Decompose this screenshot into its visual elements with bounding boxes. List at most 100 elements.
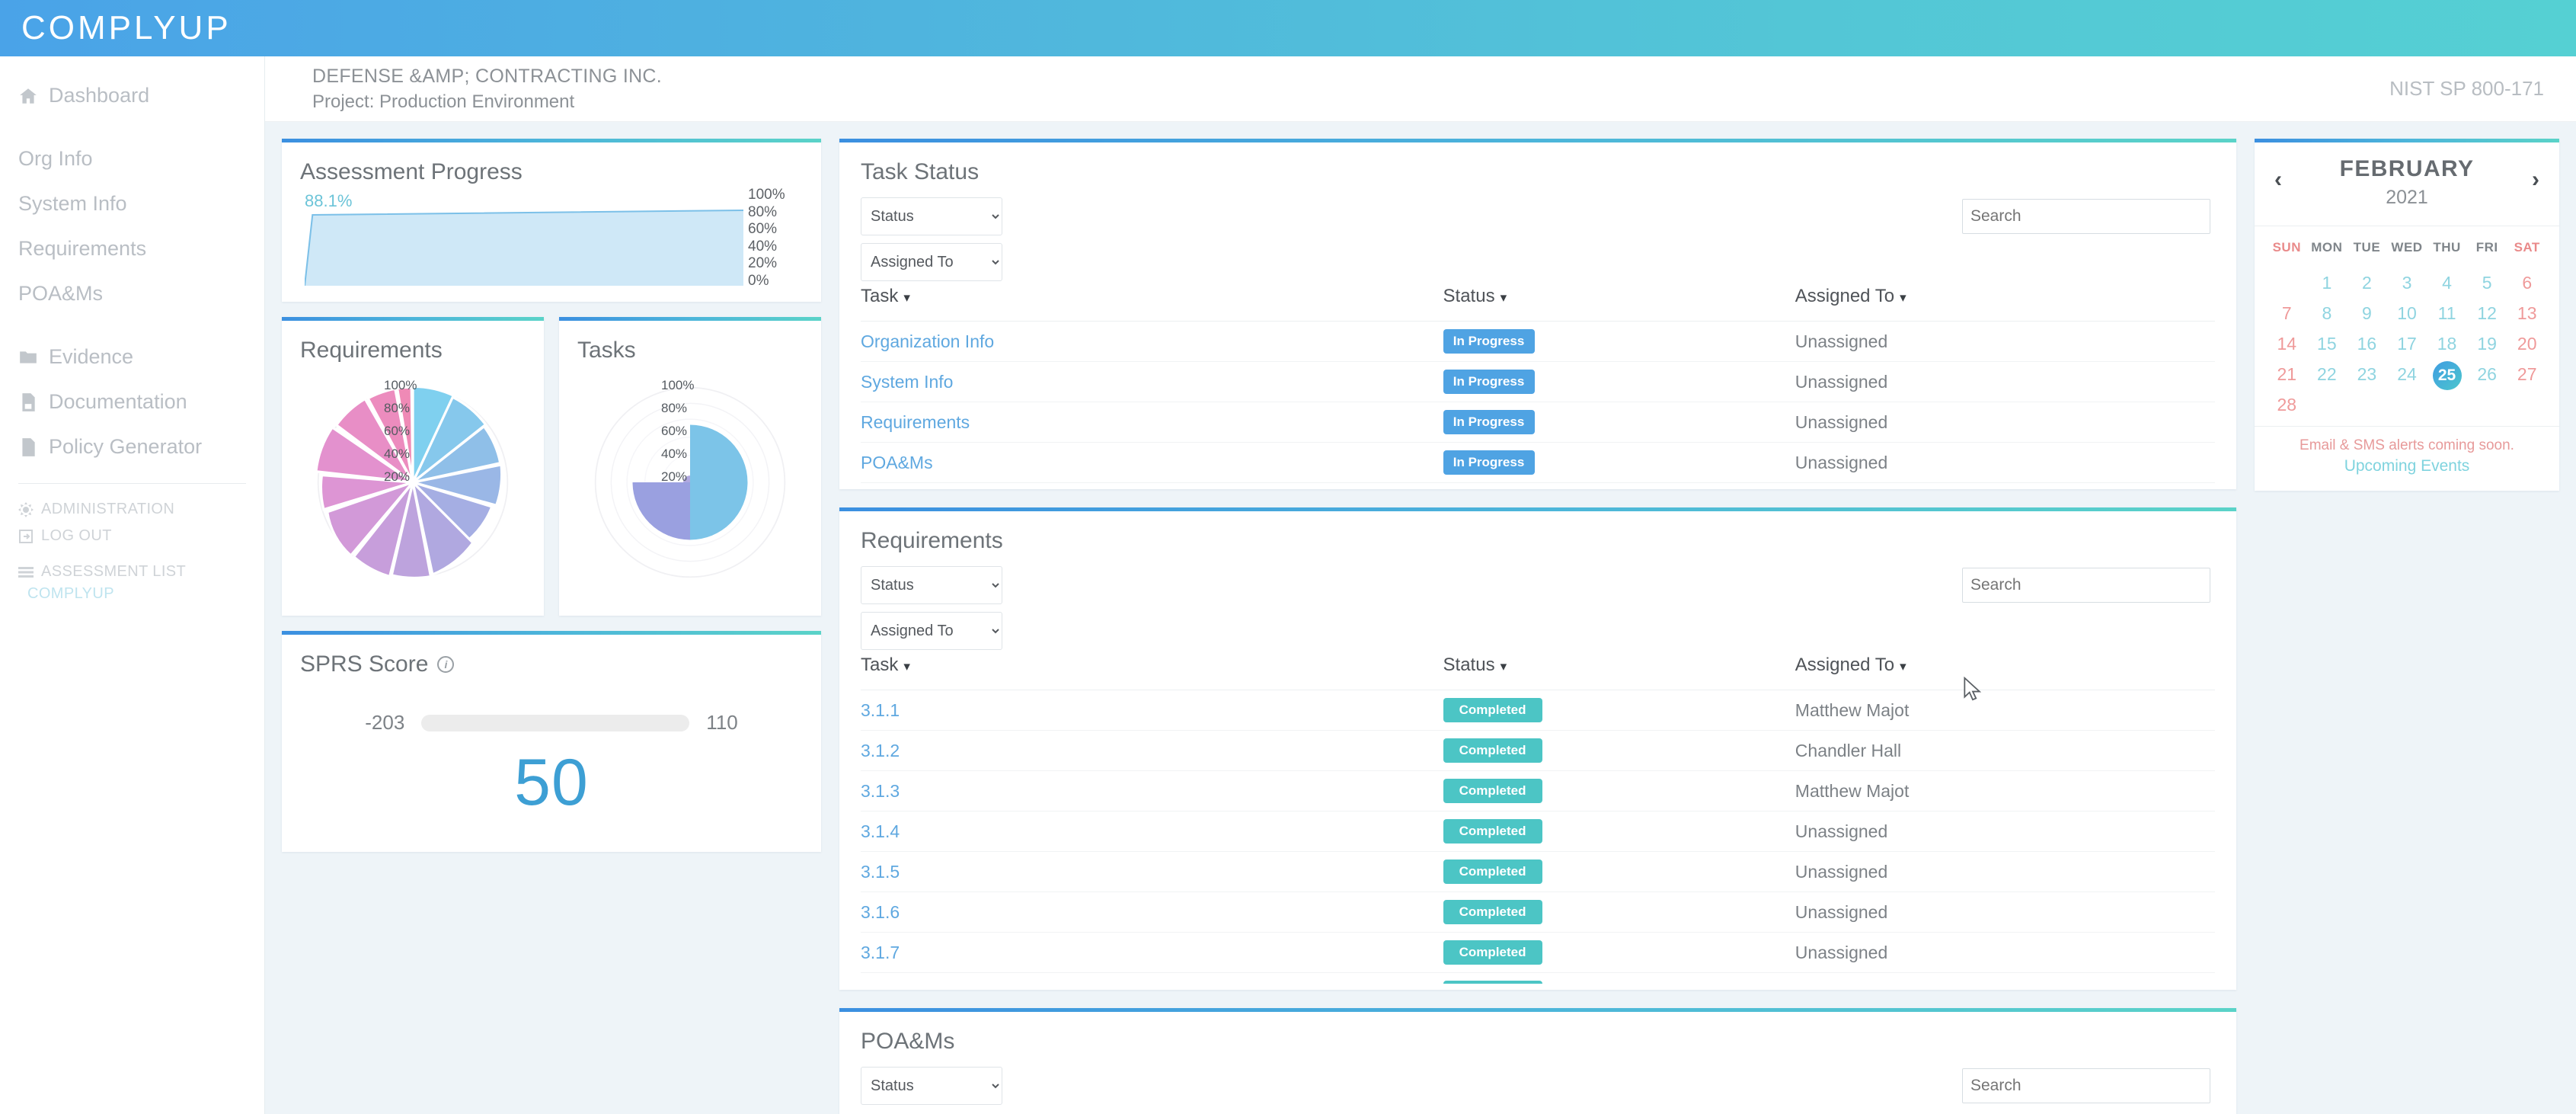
cell-task[interactable]: 3.1.2 (861, 730, 1443, 771)
calendar-cell[interactable]: 5 (2467, 267, 2507, 298)
requirements-filter-assigned[interactable]: Assigned To (861, 612, 1002, 650)
sprs-title-row: SPRS Score i (300, 651, 803, 677)
sidebar-item-policy-generator[interactable]: Policy Generator (0, 424, 264, 469)
sidebar-item-org-info[interactable]: Org Info (0, 136, 264, 181)
table-row[interactable]: Requirements In Progress Unassigned (861, 402, 2215, 443)
calendar-cell[interactable]: 12 (2467, 298, 2507, 328)
requirements-filter-status[interactable]: Status (861, 566, 1002, 604)
cell-task[interactable]: 3.1.8 (861, 972, 1443, 984)
table-row[interactable]: 3.1.1 Completed Matthew Majot (861, 690, 2215, 731)
table-row[interactable]: 3.1.6 Completed Unassigned (861, 892, 2215, 933)
sidebar-item-log-out[interactable]: LOG OUT (0, 523, 264, 549)
calendar-cell[interactable]: 21 (2267, 359, 2307, 389)
table-row[interactable]: 3.1.4 Completed Unassigned (861, 811, 2215, 852)
table-row[interactable]: System Info In Progress Unassigned (861, 361, 2215, 402)
cell-task[interactable]: System Info (861, 361, 1443, 402)
calendar-cell[interactable]: 24 (2387, 359, 2427, 389)
chevron-right-icon[interactable]: › (2532, 167, 2539, 193)
sidebar-item-poams[interactable]: POA&Ms (0, 271, 264, 316)
calendar-cell[interactable]: 15 (2307, 328, 2347, 359)
calendar-cell[interactable]: 20 (2507, 328, 2547, 359)
calendar-alert-note: Email & SMS alerts coming soon. (2300, 437, 2514, 453)
cell-task[interactable]: 3.1.6 (861, 892, 1443, 933)
calendar-cell[interactable]: 9 (2347, 298, 2387, 328)
table-row[interactable]: 3.1.5 Completed Unassigned (861, 851, 2215, 892)
cell-task[interactable]: Requirements (861, 402, 1443, 443)
dow-label: WED (2391, 240, 2423, 254)
calendar-cell[interactable]: 10 (2387, 298, 2427, 328)
task-status-search-input[interactable] (1962, 199, 2210, 234)
task-status-filter-status[interactable]: Status (861, 197, 1002, 235)
calendar-cell[interactable]: 3 (2387, 267, 2427, 298)
sprs-score-card: SPRS Score i -203 110 50 (282, 631, 821, 852)
sidebar-item-evidence[interactable]: Evidence (0, 335, 264, 379)
calendar-cell[interactable]: 18 (2427, 328, 2467, 359)
poams-filter-status[interactable]: Status (861, 1067, 1002, 1105)
column-header-task[interactable]: Task ▾ (861, 283, 1443, 322)
calendar-cell[interactable]: 23 (2347, 359, 2387, 389)
calendar-cell[interactable]: 27 (2507, 359, 2547, 389)
column-header-assigned[interactable]: Assigned To ▾ (1795, 283, 2215, 322)
requirements-search-input[interactable] (1962, 568, 2210, 603)
calendar-cell[interactable]: 1 (2307, 267, 2347, 298)
table-row[interactable]: 3.1.2 Completed Chandler Hall (861, 730, 2215, 771)
cell-task[interactable]: 3.1.5 (861, 851, 1443, 892)
folder-icon (18, 347, 38, 367)
sort-icon: ▾ (1900, 290, 1906, 305)
calendar-cell[interactable]: 17 (2387, 328, 2427, 359)
column-header-status[interactable]: Status ▾ (1443, 651, 1795, 690)
calendar-week-row: 28 (2267, 389, 2547, 420)
sidebar-item-documentation[interactable]: Documentation (0, 379, 264, 424)
calendar-cell[interactable]: 16 (2347, 328, 2387, 359)
sprs-body: SPRS Score i -203 110 50 (282, 635, 821, 834)
table-row[interactable]: POA&Ms In Progress Unassigned (861, 442, 2215, 483)
cell-task[interactable]: Organization Info (861, 321, 1443, 362)
calendar-dow-row: SUN MON TUE WED THU FRI SAT (2267, 240, 2547, 267)
table-row[interactable]: 3.1.3 Completed Matthew Majot (861, 770, 2215, 811)
mouse-cursor (1964, 677, 1982, 701)
cell-status: In Progress (1443, 402, 1795, 443)
column-header-status[interactable]: Status ▾ (1443, 283, 1795, 322)
column-header-assigned[interactable]: Assigned To ▾ (1795, 651, 2215, 690)
chevron-left-icon[interactable]: ‹ (2274, 167, 2282, 193)
brand-logo[interactable]: COMPLYUP (21, 9, 232, 47)
info-icon[interactable]: i (437, 656, 455, 673)
sidebar-item-administration[interactable]: ADMINISTRATION (0, 496, 264, 523)
sidebar-item-requirements[interactable]: Requirements (0, 226, 264, 271)
calendar-cell[interactable]: 11 (2427, 298, 2467, 328)
column-header-task[interactable]: Task ▾ (861, 651, 1443, 690)
calendar-cell[interactable]: 14 (2267, 328, 2307, 359)
calendar-cell[interactable]: 2 (2347, 267, 2387, 298)
cell-status: Completed (1443, 690, 1795, 731)
calendar-cell[interactable]: 28 (2267, 389, 2307, 420)
poams-search-input[interactable] (1962, 1068, 2210, 1103)
calendar-cell[interactable]: 22 (2307, 359, 2347, 389)
calendar-cell[interactable]: 7 (2267, 298, 2307, 328)
table-row[interactable]: Organization Info In Progress Unassigned (861, 321, 2215, 362)
sidebar-item-dashboard[interactable]: Dashboard (0, 73, 264, 118)
cell-task[interactable]: 3.1.3 (861, 770, 1443, 811)
cell-task[interactable]: 3.1.1 (861, 690, 1443, 731)
assessment-progress-card: Assessment Progress 88.1% 100% 80% 60% 4… (282, 139, 821, 302)
sidebar-brand-link[interactable]: COMPLYUP (0, 585, 264, 603)
axis-tick: 60% (384, 424, 411, 438)
sidebar-item-assessment-list[interactable]: ASSESSMENT LIST (0, 559, 264, 585)
cell-task[interactable]: POA&Ms (861, 442, 1443, 483)
table-row[interactable]: 3.1.8 Completed 75% Unassigned (861, 972, 2215, 984)
upcoming-events-link[interactable]: Upcoming Events (2262, 457, 2552, 475)
calendar-cell[interactable]: 4 (2427, 267, 2467, 298)
cell-status: Completed (1443, 770, 1795, 811)
calendar-cell-today[interactable]: 25 (2427, 359, 2467, 390)
calendar-cell[interactable]: 8 (2307, 298, 2347, 328)
cell-task[interactable]: 3.1.7 (861, 932, 1443, 973)
top-brand-bar: COMPLYUP (0, 0, 2576, 56)
task-status-filter-assigned[interactable]: Assigned To (861, 243, 1002, 281)
sprs-max-label: 110 (706, 711, 738, 734)
calendar-cell[interactable]: 19 (2467, 328, 2507, 359)
calendar-cell[interactable]: 26 (2467, 359, 2507, 389)
cell-task[interactable]: 3.1.4 (861, 811, 1443, 852)
sidebar-item-system-info[interactable]: System Info (0, 181, 264, 226)
calendar-cell[interactable]: 6 (2507, 267, 2547, 298)
table-row[interactable]: 3.1.7 Completed Unassigned (861, 932, 2215, 973)
calendar-cell[interactable]: 13 (2507, 298, 2547, 328)
